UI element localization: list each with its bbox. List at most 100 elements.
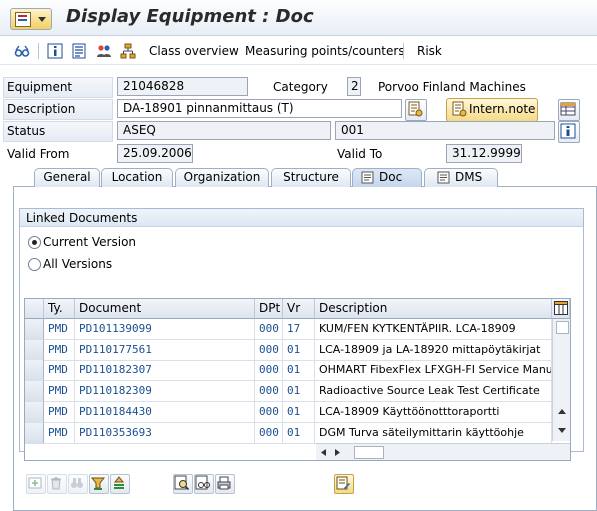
- cell-type: PMD: [44, 422, 75, 444]
- chevron-up-icon[interactable]: [557, 408, 567, 415]
- note-edit-icon: [336, 476, 350, 490]
- info-icon: [560, 123, 576, 139]
- row-selector[interactable]: [25, 360, 44, 382]
- find-button[interactable]: [68, 474, 88, 494]
- cell-document[interactable]: PD101139099: [75, 319, 255, 340]
- table-row[interactable]: PMD PD110184430 000 01 LCA-18909 Käyttöönott…: [25, 401, 552, 423]
- hierarchy-icon[interactable]: [120, 43, 136, 59]
- category-field[interactable]: 2: [347, 77, 361, 96]
- cell-description: OHMART FibexFlex LFXGH-FI Service Manua: [315, 360, 552, 382]
- cell-document[interactable]: PD110177561: [75, 339, 255, 361]
- column-header-vr[interactable]: Vr: [283, 299, 315, 319]
- tab-dms[interactable]: DMS: [424, 168, 498, 187]
- long-text-button[interactable]: [405, 99, 427, 121]
- all-versions-radio[interactable]: [28, 258, 41, 271]
- tab-general[interactable]: General: [34, 168, 100, 187]
- tab-location[interactable]: Location: [101, 168, 173, 187]
- risk-button[interactable]: Risk: [417, 44, 442, 58]
- h-scroll-thumb[interactable]: [354, 446, 384, 459]
- info-icon[interactable]: [47, 43, 63, 59]
- delete-row-button[interactable]: [47, 474, 67, 494]
- table-row[interactable]: PMD PD110182309 000 01 Radioactive Source Le…: [25, 381, 552, 403]
- current-version-radio[interactable]: [28, 236, 41, 249]
- column-header-dpt[interactable]: DPt: [255, 299, 283, 319]
- cell-vr: 01: [283, 360, 315, 382]
- table-row[interactable]: PMD PD110353693 000 01 DGM Turva säteilymitt…: [25, 422, 552, 444]
- valid-from-field[interactable]: 25.09.2006: [117, 144, 193, 163]
- partners-icon[interactable]: [96, 43, 112, 59]
- print-button[interactable]: [215, 474, 235, 494]
- row-selector[interactable]: [25, 401, 44, 423]
- display-document-button[interactable]: [173, 474, 193, 494]
- chevron-down-icon[interactable]: [557, 427, 567, 434]
- sort-icon: [113, 476, 125, 489]
- tab-doc-icon: [361, 171, 374, 184]
- valid-from-label: Valid From: [7, 147, 70, 161]
- equipment-field[interactable]: 21046828: [117, 77, 248, 96]
- cell-description: DGM Turva säteilymittarin käyttöohje: [315, 422, 552, 444]
- tab-organization[interactable]: Organization: [175, 168, 269, 187]
- cell-dpt: 000: [255, 381, 283, 403]
- table-row[interactable]: PMD PD110182307 000 01 OHMART FibexFlex LFXG…: [25, 360, 552, 382]
- intern-note-button[interactable]: Intern.note: [446, 98, 538, 122]
- tab-dms-icon: [437, 171, 450, 184]
- column-header-description[interactable]: Description: [315, 299, 552, 319]
- scroll-thumb[interactable]: [556, 321, 569, 334]
- table-settings-button[interactable]: [552, 299, 570, 319]
- current-version-label: Current Version: [43, 235, 137, 249]
- row-selector[interactable]: [25, 319, 44, 340]
- vertical-scrollbar[interactable]: [552, 319, 570, 441]
- column-header-ty[interactable]: Ty.: [44, 299, 75, 319]
- tab-structure[interactable]: Structure: [271, 168, 351, 187]
- status-info-button[interactable]: [558, 121, 580, 143]
- row-selector[interactable]: [25, 339, 44, 361]
- row-selector[interactable]: [25, 422, 44, 444]
- chevron-down-icon: [38, 17, 46, 22]
- trash-icon: [51, 477, 61, 490]
- cell-document[interactable]: PD110182307: [75, 360, 255, 382]
- description-field[interactable]: DA-18901 pinnanmittaus (T): [117, 99, 402, 118]
- cell-vr: 01: [283, 381, 315, 403]
- insert-row-icon: [28, 477, 42, 489]
- cell-vr: 01: [283, 401, 315, 423]
- document-icon[interactable]: [71, 43, 87, 59]
- cell-dpt: 000: [255, 401, 283, 423]
- insert-row-button[interactable]: [26, 474, 46, 494]
- valid-to-label: Valid To: [337, 147, 383, 161]
- cell-document[interactable]: PD110184430: [75, 401, 255, 423]
- tab-doc-label: Doc: [379, 170, 403, 184]
- original-file-button[interactable]: [194, 474, 214, 494]
- class-overview-button[interactable]: Class overview: [149, 44, 239, 58]
- cell-type: PMD: [44, 339, 75, 361]
- chevron-left-icon[interactable]: [320, 448, 327, 457]
- grid-layout-icon: [554, 301, 568, 315]
- cell-document[interactable]: PD110182309: [75, 381, 255, 403]
- description-info-button[interactable]: [558, 99, 580, 121]
- horizontal-scrollbar[interactable]: [316, 443, 570, 460]
- status-label: Status: [7, 124, 46, 138]
- row-selector[interactable]: [25, 381, 44, 403]
- table-row[interactable]: PMD PD110177561 000 01 LCA-18909 ja LA-18920…: [25, 339, 552, 361]
- table-icon: [560, 102, 576, 116]
- cell-dpt: 000: [255, 339, 283, 361]
- measuring-points-button[interactable]: Measuring points/counters: [245, 44, 405, 58]
- sort-button[interactable]: [110, 474, 130, 494]
- select-all-header[interactable]: [25, 299, 44, 319]
- tab-doc[interactable]: Doc: [352, 168, 422, 187]
- user-status-field[interactable]: 001: [335, 121, 555, 140]
- cell-type: PMD: [44, 360, 75, 382]
- filter-icon: [90, 477, 106, 490]
- chevron-right-icon[interactable]: [334, 448, 341, 457]
- glasses-icon[interactable]: [14, 43, 30, 59]
- edit-notes-button[interactable]: [334, 474, 354, 494]
- filter-button[interactable]: [89, 474, 109, 494]
- cell-type: PMD: [44, 401, 75, 423]
- column-header-document[interactable]: Document: [75, 299, 255, 319]
- cell-document[interactable]: PD110353693: [75, 422, 255, 444]
- system-menu-button[interactable]: [10, 8, 52, 30]
- status-field[interactable]: ASEQ: [117, 121, 331, 140]
- table-row[interactable]: PMD PD101139099 000 17 KUM/FEN KYTKENTÄPIIR.…: [25, 319, 552, 340]
- printer-icon: [217, 476, 231, 490]
- cell-dpt: 000: [255, 319, 283, 340]
- valid-to-field[interactable]: 31.12.9999: [446, 144, 522, 163]
